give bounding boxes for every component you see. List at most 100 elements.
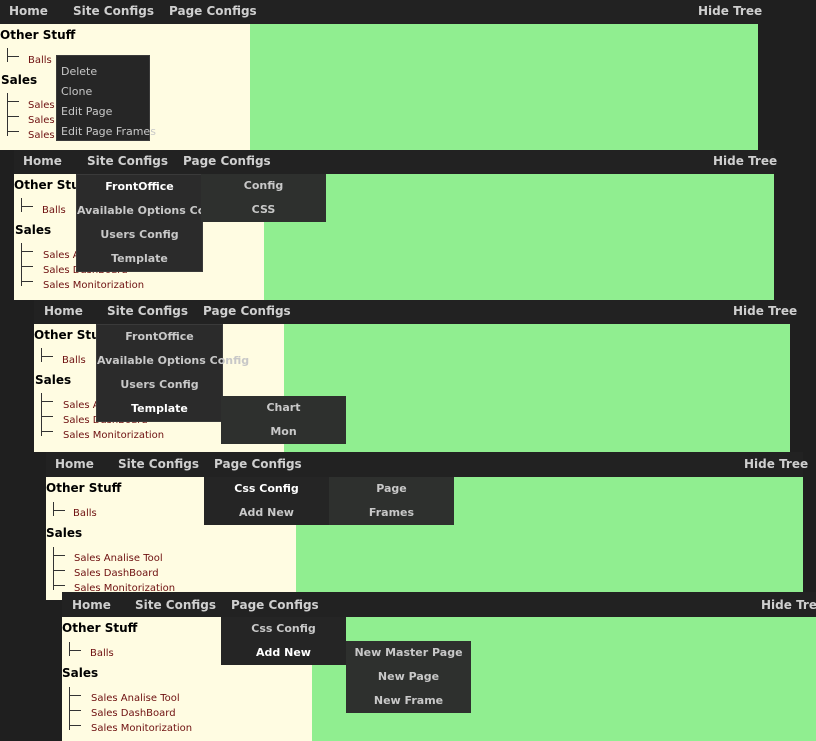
submenu-item-new-master-page[interactable]: New Master Page xyxy=(346,641,471,665)
nav-site-configs[interactable]: Site Configs xyxy=(118,457,199,471)
tree-item-balls[interactable]: Balls xyxy=(62,355,86,366)
frontoffice-submenu: Config CSS xyxy=(201,174,326,222)
tree-category-other-stuff[interactable]: Other Stuff xyxy=(62,621,137,635)
menu-item-add-new[interactable]: Add New xyxy=(221,641,346,665)
tree-item-sales-analise-tool[interactable]: Sales Analise Tool xyxy=(74,553,163,564)
tree-item-sales-dashboard[interactable]: Sales DashBoard xyxy=(74,568,159,579)
tree-connector xyxy=(41,356,53,357)
tree-connector xyxy=(41,348,42,362)
tree-item-sales-monitorization[interactable]: Sales xyxy=(28,130,55,141)
nav-page-configs[interactable]: Page Configs xyxy=(214,457,302,471)
context-menu: Delete Clone Edit Page Edit Page Frames xyxy=(56,55,156,142)
tree-category-sales[interactable]: Sales xyxy=(62,666,98,680)
tree-connector xyxy=(53,510,65,511)
menu-item-template[interactable]: Template xyxy=(97,397,222,421)
submenu-item-config[interactable]: Config xyxy=(201,174,326,198)
tree-connector xyxy=(69,710,81,711)
nav-page-configs[interactable]: Page Configs xyxy=(169,4,257,18)
nav-home[interactable]: Home xyxy=(23,154,62,168)
nav-home[interactable]: Home xyxy=(55,457,94,471)
submenu-item-chart[interactable]: Chart xyxy=(221,396,346,420)
tree-item-balls[interactable]: Balls xyxy=(73,508,97,519)
menu-item-available-options-config[interactable]: Available Options Config xyxy=(77,199,229,223)
tree-item-sales-monitorization[interactable]: Sales Monitorization xyxy=(43,280,144,291)
menu-item-template[interactable]: Template xyxy=(77,247,202,271)
tree-category-other-stuff[interactable]: Other Stuff xyxy=(46,481,121,495)
tree-category-other-stuff[interactable]: Other Stuff xyxy=(0,28,75,42)
submenu-item-frames[interactable]: Frames xyxy=(329,501,454,525)
tree-connector xyxy=(21,243,22,286)
tree-item-balls[interactable]: Balls xyxy=(90,648,114,659)
tree-item-balls[interactable]: Balls xyxy=(28,55,52,66)
add-new-submenu: New Master Page New Page New Frame xyxy=(346,641,471,713)
context-menu-edit-page[interactable]: Edit Page xyxy=(57,102,149,122)
tree-connector xyxy=(7,93,8,136)
nav-page-configs[interactable]: Page Configs xyxy=(203,304,291,318)
tree-connector xyxy=(41,431,53,432)
menu-item-users-config[interactable]: Users Config xyxy=(77,223,202,247)
nav-hide-tree[interactable]: Hide Tree xyxy=(744,457,808,471)
nav-home[interactable]: Home xyxy=(9,4,48,18)
tree-connector xyxy=(7,116,19,117)
submenu-item-css[interactable]: CSS xyxy=(201,198,326,222)
menu-item-css-config[interactable]: Css Config xyxy=(204,477,329,501)
nav-home[interactable]: Home xyxy=(44,304,83,318)
tree-connector xyxy=(41,401,53,402)
submenu-item-new-frame[interactable]: New Frame xyxy=(346,689,471,713)
tree-category-sales[interactable]: Sales xyxy=(15,223,51,237)
menu-item-users-config[interactable]: Users Config xyxy=(97,373,222,397)
nav-hide-tree[interactable]: Hide Tree xyxy=(733,304,797,318)
submenu-item-page[interactable]: Page xyxy=(329,477,454,501)
context-menu-delete[interactable]: Delete xyxy=(57,62,149,82)
tree-connector xyxy=(21,266,33,267)
tree-connector xyxy=(21,281,33,282)
tree-item-sales-analise-tool[interactable]: Sales Analise Tool xyxy=(91,693,180,704)
menu-item-available-options-config[interactable]: Available Options Config xyxy=(97,349,249,373)
nav-hide-tree[interactable]: Hide Tree xyxy=(713,154,777,168)
tree-connector xyxy=(21,251,33,252)
nav-home[interactable]: Home xyxy=(72,598,111,612)
tree-item-sales-dashboard[interactable]: Sales DashBoard xyxy=(91,708,176,719)
nav-site-configs[interactable]: Site Configs xyxy=(135,598,216,612)
nav-site-configs[interactable]: Site Configs xyxy=(87,154,168,168)
tree-category-sales[interactable]: Sales xyxy=(46,526,82,540)
tree-item-sales-analise-tool[interactable]: Sales xyxy=(28,100,55,111)
site-configs-menu: FrontOffice Available Options Config Use… xyxy=(96,324,249,422)
context-menu-clone[interactable]: Clone xyxy=(57,82,149,102)
tree-item-sales-monitorization[interactable]: Sales Monitorization xyxy=(63,430,164,441)
nav-hide-tree[interactable]: Hide Tree xyxy=(761,598,816,612)
tree-connector xyxy=(69,695,81,696)
tree-category-sales[interactable]: Sales xyxy=(35,373,71,387)
menu-item-frontoffice[interactable]: FrontOffice xyxy=(77,175,202,199)
menu-item-frontoffice[interactable]: FrontOffice xyxy=(97,325,222,349)
menu-item-css-config[interactable]: Css Config xyxy=(221,617,346,641)
template-submenu: Chart Mon xyxy=(221,396,346,444)
screenshot-2: Home Site Configs Page Configs Hide Tree… xyxy=(14,150,777,300)
nav-site-configs[interactable]: Site Configs xyxy=(107,304,188,318)
tree-item-sales-dashboard[interactable]: Sales xyxy=(28,115,55,126)
tree-category-sales[interactable]: Sales xyxy=(1,73,37,87)
submenu-item-new-page[interactable]: New Page xyxy=(346,665,471,689)
tree-item-balls[interactable]: Balls xyxy=(42,205,66,216)
tree-connector xyxy=(53,555,65,556)
submenu-item-mon[interactable]: Mon xyxy=(221,420,346,444)
nav-hide-tree[interactable]: Hide Tree xyxy=(698,4,762,18)
nav-page-configs[interactable]: Page Configs xyxy=(231,598,319,612)
screenshot-4: Home Site Configs Page Configs Hide Tree… xyxy=(46,452,808,600)
tree-item-sales-monitorization[interactable]: Sales Monitorization xyxy=(91,723,192,734)
screenshot-5: Home Site Configs Page Configs Hide Tree… xyxy=(62,592,816,741)
tree-connector xyxy=(7,101,19,102)
tree-connector xyxy=(21,198,22,212)
tree-connector xyxy=(69,650,81,651)
tree-connector xyxy=(69,642,70,656)
tree-connector xyxy=(7,56,19,57)
menu-item-add-new[interactable]: Add New xyxy=(204,501,329,525)
tree-connector xyxy=(41,393,42,436)
tree-connector xyxy=(7,48,8,62)
context-menu-edit-page-frames[interactable]: Edit Page Frames xyxy=(57,122,156,142)
nav-page-configs[interactable]: Page Configs xyxy=(183,154,271,168)
tree-connector xyxy=(69,725,81,726)
nav-site-configs[interactable]: Site Configs xyxy=(73,4,154,18)
content-area xyxy=(264,174,774,300)
screenshot-1: Home Site Configs Page Configs Hide Tree… xyxy=(0,0,762,150)
